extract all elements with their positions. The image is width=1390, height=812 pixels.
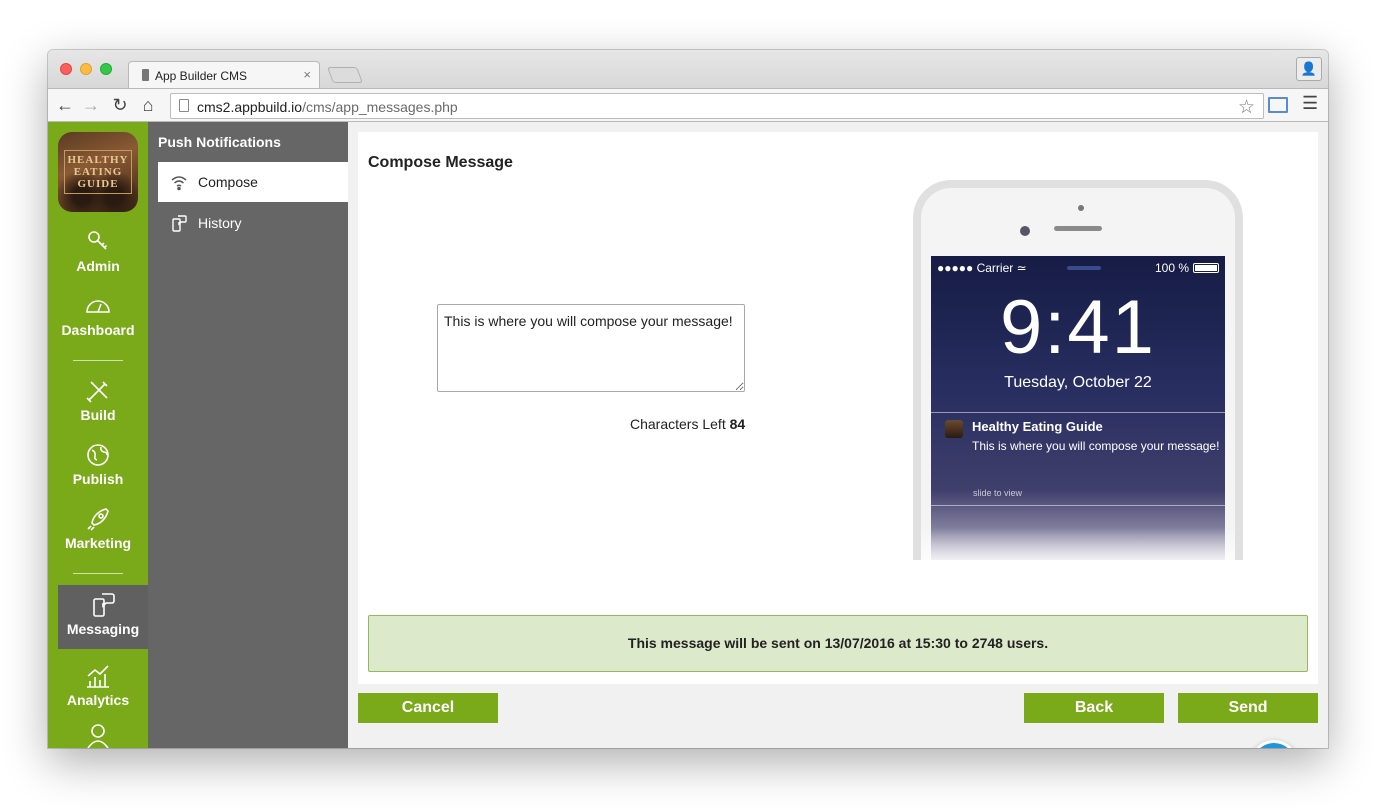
phone-preview: ●●●●● Carrier ≃ 100 % 9:41 Tuesday, Octo… [913, 180, 1243, 560]
sidebar-item-build[interactable]: Build [48, 377, 148, 437]
lock-time: 9:41 [1000, 285, 1156, 370]
cancel-button[interactable]: Cancel [358, 693, 498, 723]
sidebar-item-label: Dashboard [61, 322, 135, 338]
sidebar-divider [73, 360, 123, 361]
characters-left-value: 84 [729, 416, 746, 432]
globe-icon [87, 444, 109, 466]
schedule-notice: This message will be sent on 13/07/2016 … [368, 615, 1308, 672]
reload-icon[interactable]: ↻ [109, 94, 131, 116]
main-sidebar: HEALTHY EATING GUIDE Admin Dashboard Bui… [48, 122, 148, 748]
sidebar-item-messaging[interactable]: Messaging [58, 585, 148, 649]
subnav-item-history[interactable]: History [158, 203, 348, 243]
user-icon [87, 724, 109, 748]
app-logo[interactable]: HEALTHY EATING GUIDE [58, 132, 138, 212]
main-area: Compose Message This is where you will c… [348, 122, 1328, 748]
menu-icon[interactable]: ☰ [1302, 93, 1318, 114]
slide-to-view: slide to view [973, 488, 1023, 498]
sidebar-item-label: Marketing [64, 535, 132, 551]
url-host: cms2.appbuild.io [197, 99, 303, 115]
sidebar-item-users[interactable] [48, 722, 148, 748]
bookmark-star-icon[interactable]: ☆ [1238, 96, 1255, 119]
status-progress [1067, 266, 1101, 270]
tab-close-button[interactable]: × [303, 67, 311, 82]
notification-app-name: Healthy Eating Guide [972, 419, 1103, 434]
sidebar-item-dashboard[interactable]: Dashboard [48, 292, 148, 352]
wifi-signal-icon: ≃ [1016, 261, 1027, 275]
title-bar: App Builder CMS × 👤 [48, 50, 1328, 89]
wifi-icon [171, 176, 187, 191]
subnav-item-label: History [198, 215, 242, 231]
phone-fade [921, 528, 1235, 560]
message-input[interactable]: This is where you will compose your mess… [437, 304, 745, 392]
profile-button[interactable]: 👤 [1296, 57, 1322, 81]
sidebar-item-label: Admin [76, 258, 120, 274]
address-bar[interactable]: cms2.appbuild.io/cms/app_messages.php ☆ [170, 93, 1264, 119]
subnav-item-compose[interactable]: Compose [158, 162, 348, 202]
battery-percent: 100 % [1154, 261, 1189, 275]
back-button[interactable]: Back [1024, 693, 1164, 723]
browser-window: App Builder CMS × 👤 ← → ↻ ⌂ cms2.appbuil… [48, 50, 1328, 748]
chart-icon [87, 665, 109, 688]
subnav-item-label: Compose [198, 174, 258, 190]
send-button[interactable]: Send [1178, 693, 1318, 723]
browser-tab[interactable]: App Builder CMS × [128, 61, 320, 89]
sub-navigation: Push Notifications Compose History [148, 122, 348, 748]
characters-left: Characters Left 84 [630, 416, 745, 432]
sidebar-item-label: Messaging [66, 621, 140, 637]
dashboard-icon [86, 300, 110, 313]
notification-body: This is where you will compose your mess… [972, 439, 1220, 453]
compose-panel: Compose Message This is where you will c… [358, 132, 1318, 684]
sidebar-item-publish[interactable]: Publish [48, 441, 148, 501]
window-minimize-button[interactable] [80, 63, 92, 75]
phone-message-icon [93, 593, 115, 617]
favicon-icon [142, 69, 149, 81]
cast-icon[interactable] [1268, 97, 1288, 113]
page-title: Compose Message [368, 154, 513, 171]
lock-date: Tuesday, October 22 [1004, 374, 1152, 391]
tab-title: App Builder CMS [155, 69, 248, 83]
rocket-icon [87, 508, 109, 531]
sidebar-item-label: Build [80, 407, 116, 423]
phone-camera [1020, 226, 1030, 236]
window-close-button[interactable] [60, 63, 72, 75]
characters-left-label: Characters Left [630, 416, 726, 432]
notification-divider [931, 412, 1225, 413]
battery-icon [1193, 263, 1219, 273]
new-tab-button[interactable] [327, 67, 363, 83]
window-maximize-button[interactable] [100, 63, 112, 75]
sidebar-item-marketing[interactable]: Marketing [48, 505, 148, 565]
url-text[interactable]: cms2.appbuild.io/cms/app_messages.php [197, 99, 458, 115]
sidebar-divider [73, 573, 123, 574]
notification-divider [931, 505, 1225, 506]
phone-sensor [1078, 205, 1084, 211]
status-bar: ●●●●● Carrier ≃ 100 % [937, 261, 1219, 275]
sidebar-item-admin[interactable]: Admin [48, 228, 148, 288]
app-logo-text: HEALTHY EATING GUIDE [64, 150, 132, 194]
page-content: HEALTHY EATING GUIDE Admin Dashboard Bui… [48, 122, 1328, 748]
page-icon [179, 99, 189, 112]
browser-toolbar: ← → ↻ ⌂ cms2.appbuild.io/cms/app_message… [48, 88, 1328, 122]
sidebar-item-label: Publish [72, 471, 124, 487]
carrier-label: ●●●●● Carrier ≃ [937, 261, 1027, 275]
forward-arrow-icon[interactable]: → [80, 94, 102, 116]
key-icon [88, 231, 108, 250]
sidebar-item-label: Analytics [66, 692, 130, 708]
history-icon [172, 215, 187, 232]
home-icon[interactable]: ⌂ [137, 94, 159, 116]
back-arrow-icon[interactable]: ← [54, 94, 76, 116]
url-path: /cms/app_messages.php [302, 99, 458, 115]
lock-screen: ●●●●● Carrier ≃ 100 % 9:41 Tuesday, Octo… [931, 256, 1225, 560]
carrier-text: ●●●●● Carrier [937, 261, 1014, 275]
subnav-title: Push Notifications [158, 134, 281, 150]
sidebar-item-analytics[interactable]: Analytics [48, 662, 148, 722]
notification-app-icon [945, 420, 963, 438]
phone-speaker [1054, 226, 1102, 231]
tools-icon [86, 381, 108, 403]
